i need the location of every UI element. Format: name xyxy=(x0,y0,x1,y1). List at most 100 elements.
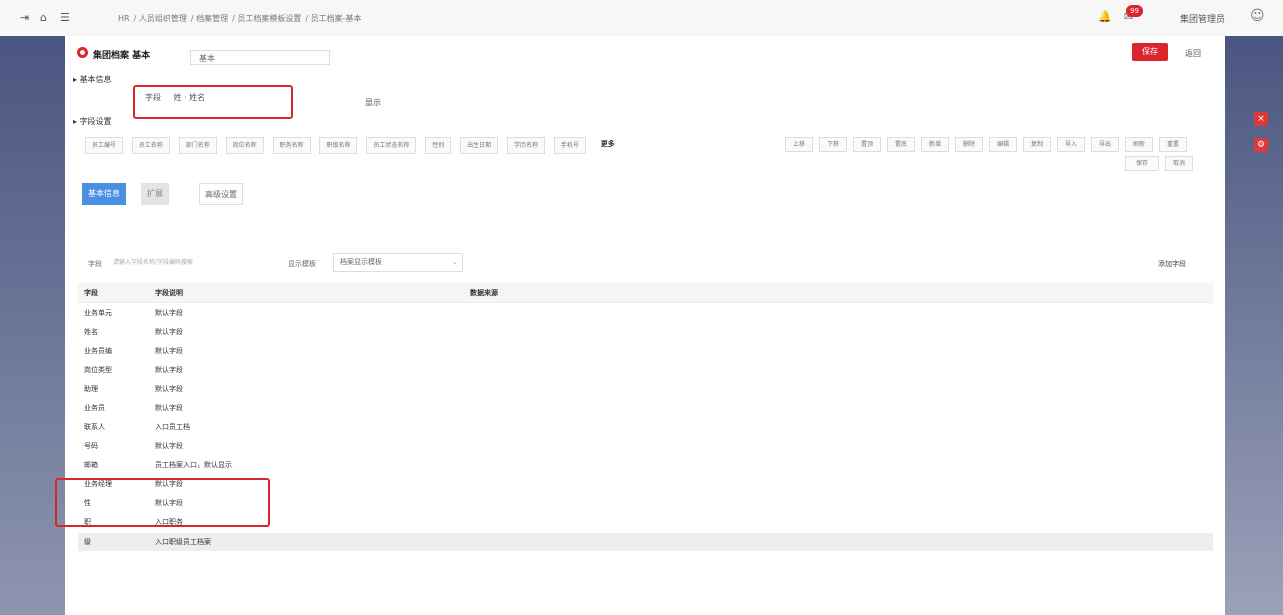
display-label: 显示 xyxy=(365,98,381,107)
breadcrumb-item[interactable]: 员工档案-基本 xyxy=(311,14,362,23)
template-select[interactable]: 基本 xyxy=(190,50,330,65)
save-button[interactable]: 保存 xyxy=(1132,43,1168,61)
cell-desc: 入口员工档 xyxy=(155,423,190,431)
table-row[interactable]: 业务员 默认字段 xyxy=(78,399,1213,417)
cell-desc: 默认字段 xyxy=(155,347,183,355)
tab-advanced[interactable]: 高级设置 xyxy=(199,183,243,205)
tab-basic[interactable]: 基本信息 xyxy=(82,183,126,205)
main-panel: 集团档案 基本 基本 保存 返回 ▸ 基本信息 字段 姓 · 姓名 显示 ▸ 字… xyxy=(55,36,1225,615)
toolbar-button[interactable]: 重置 xyxy=(1159,137,1187,152)
table-row[interactable]: 业务单元 默认字段 xyxy=(78,304,1213,322)
page-title: 集团档案 基本 xyxy=(93,51,151,61)
template-dropdown[interactable]: 档案显示模板 ⌄ xyxy=(333,253,463,272)
cell-desc: 员工档案入口，默认显示 xyxy=(155,461,232,469)
table-row[interactable]: 岗位类型 默认字段 xyxy=(78,361,1213,379)
back-icon[interactable]: ⇥ xyxy=(20,11,29,24)
toolbar-button[interactable]: 下移 xyxy=(819,137,847,152)
field-chip[interactable]: 岗位名称 xyxy=(225,137,264,154)
action-cancel-button[interactable]: 取消 xyxy=(1165,156,1193,171)
bell-icon[interactable]: 🔔 xyxy=(1098,10,1112,23)
breadcrumb-item[interactable]: 员工档案模板设置 xyxy=(237,14,301,23)
field-chip[interactable]: 职务名称 xyxy=(272,137,311,154)
home-icon[interactable]: ⌂ xyxy=(40,11,47,24)
table-row-selected[interactable]: 级 入口职级员工档案 xyxy=(78,533,1213,551)
notification-badge: 99 xyxy=(1126,5,1143,17)
cell-desc: 默认字段 xyxy=(155,328,183,336)
cell-field: 业务单元 xyxy=(84,309,112,317)
search-input[interactable]: 请输入字段名称/字段编码搜索 xyxy=(113,255,255,271)
field-chip-row: 员工编号 员工名称 部门名称 岗位名称 职务名称 职级名称 员工状态名称 性别 … xyxy=(85,137,627,154)
table-row[interactable]: 号码 默认字段 xyxy=(78,437,1213,455)
breadcrumb-item[interactable]: HR xyxy=(118,14,130,23)
cell-desc: 默认字段 xyxy=(155,366,183,374)
section-basic-label: ▸ 基本信息 xyxy=(73,75,112,84)
toolbar-button[interactable]: 上移 xyxy=(785,137,813,152)
cell-desc: 入口职级员工档案 xyxy=(155,538,211,546)
back-button[interactable]: 返回 xyxy=(1185,48,1201,59)
add-field-button[interactable]: 添加字段 xyxy=(1158,259,1186,269)
cell-desc: 默认字段 xyxy=(155,385,183,393)
template-dropdown-value: 档案显示模板 xyxy=(340,258,382,266)
toolbar-button[interactable]: 复制 xyxy=(1023,137,1051,152)
field-chip[interactable]: 员工状态名称 xyxy=(366,137,417,154)
top-bar: ⇥ ⌂ ☰ HR / 人员组织管理 / 档案管理 / 员工档案模板设置 / 员工档案-基… xyxy=(0,0,1283,37)
toolbar-button[interactable]: 置底 xyxy=(887,137,915,152)
toolbar-button[interactable]: 删除 xyxy=(955,137,983,152)
breadcrumb-item[interactable]: 人员组织管理 xyxy=(139,14,187,23)
cell-field: 业务员编 xyxy=(84,347,112,355)
section-fields-label: ▸ 字段设置 xyxy=(73,117,112,126)
chevron-down-icon: ⌄ xyxy=(452,258,458,266)
cell-field: 姓名 xyxy=(84,328,98,336)
menu-icon[interactable]: ☰ xyxy=(60,11,70,24)
cell-desc: 默认字段 xyxy=(155,309,183,317)
field-chip[interactable]: 出生日期 xyxy=(460,137,499,154)
highlight-box-rows xyxy=(55,478,270,527)
toolbar-button[interactable]: 导入 xyxy=(1057,137,1085,152)
toolbar-button[interactable]: 置顶 xyxy=(853,137,881,152)
toolbar-button[interactable]: 新增 xyxy=(921,137,949,152)
table-row[interactable]: 助理 默认字段 xyxy=(78,380,1213,398)
side-close-icon[interactable]: × xyxy=(1254,112,1268,126)
table-row[interactable]: 邮箱 员工档案入口，默认显示 xyxy=(78,456,1213,474)
table-row[interactable]: 姓名 默认字段 xyxy=(78,323,1213,341)
cell-field: 邮箱 xyxy=(84,461,98,469)
field-chip[interactable]: 员工编号 xyxy=(85,137,124,154)
breadcrumb-item[interactable]: 档案管理 xyxy=(196,14,228,23)
table-header: 字段 字段说明 数据来源 xyxy=(78,283,1213,303)
user-avatar-icon[interactable]: ☺ xyxy=(1250,8,1265,24)
template-label: 显示模板 xyxy=(288,260,316,268)
cell-field: 岗位类型 xyxy=(84,366,112,374)
table-row[interactable]: 联系人 入口员工档 xyxy=(78,418,1213,436)
tab-extend[interactable]: 扩展 xyxy=(141,183,169,205)
table-row[interactable]: 业务员编 默认字段 xyxy=(78,342,1213,360)
toolbar-button[interactable]: 刷新 xyxy=(1125,137,1153,152)
more-chip[interactable]: 更多 xyxy=(595,137,621,152)
column-header: 字段说明 xyxy=(155,289,183,297)
toolbar-button[interactable]: 导出 xyxy=(1091,137,1119,152)
cell-field: 联系人 xyxy=(84,423,105,431)
user-name[interactable]: 集团管理员 xyxy=(1180,12,1225,25)
field-chip[interactable]: 员工名称 xyxy=(131,137,170,154)
breadcrumb: HR / 人员组织管理 / 档案管理 / 员工档案模板设置 / 员工档案-基本 xyxy=(118,14,362,23)
cell-desc: 默认字段 xyxy=(155,442,183,450)
field-chip[interactable]: 部门名称 xyxy=(178,137,217,154)
cell-field: 号码 xyxy=(84,442,98,450)
toolbar-button[interactable]: 编辑 xyxy=(989,137,1017,152)
field-chip[interactable]: 手机号 xyxy=(553,137,586,154)
cell-field: 助理 xyxy=(84,385,98,393)
action-save-button[interactable]: 保存 xyxy=(1125,156,1159,171)
left-backdrop xyxy=(0,36,65,615)
cell-desc: 默认字段 xyxy=(155,404,183,412)
cell-field: 级 xyxy=(84,538,91,546)
section-basic-title: 基本信息 xyxy=(79,75,112,84)
field-chip[interactable]: 性别 xyxy=(425,137,452,154)
field-chip[interactable]: 职级名称 xyxy=(319,137,358,154)
section-fields-title: 字段设置 xyxy=(79,117,112,126)
side-settings-icon[interactable]: ⚙ xyxy=(1254,138,1268,152)
highlight-box-field xyxy=(133,85,293,119)
field-chip[interactable]: 学历名称 xyxy=(507,137,546,154)
column-header: 字段 xyxy=(84,289,98,297)
filter-label: 字段 xyxy=(88,260,102,268)
column-header: 数据来源 xyxy=(470,289,498,297)
cell-field: 业务员 xyxy=(84,404,105,412)
